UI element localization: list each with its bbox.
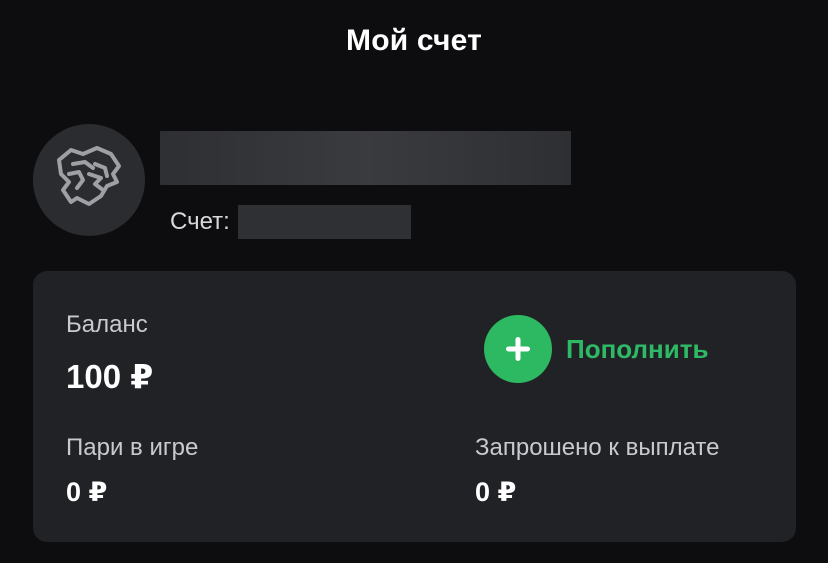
bets-in-play-label: Пари в игре	[66, 434, 199, 461]
withdrawal-requested-value: 0 ₽	[475, 477, 517, 507]
avatar	[33, 124, 145, 236]
topup-label[interactable]: Пополнить	[566, 334, 708, 365]
plus-icon	[506, 337, 530, 361]
topup-button[interactable]: Пополнить	[484, 315, 708, 383]
balance-card: Баланс 100 ₽ Пополнить Пари в игре 0 ₽ З…	[33, 271, 796, 542]
bets-in-play-value: 0 ₽	[66, 477, 108, 507]
account-page: Мой счет Счет: Баланс 100 ₽ Пополнить Па…	[0, 0, 828, 563]
panther-logo-icon	[49, 138, 129, 223]
account-number-row: Счет:	[170, 205, 411, 239]
topup-circle[interactable]	[484, 315, 552, 383]
balance-value: 100 ₽	[66, 358, 154, 395]
username-redacted	[160, 131, 571, 185]
withdrawal-requested-label: Запрошено к выплате	[475, 434, 720, 461]
account-number-redacted	[237, 205, 411, 239]
page-title: Мой счет	[346, 24, 482, 57]
account-label: Счет:	[170, 208, 230, 235]
balance-label: Баланс	[66, 311, 148, 338]
